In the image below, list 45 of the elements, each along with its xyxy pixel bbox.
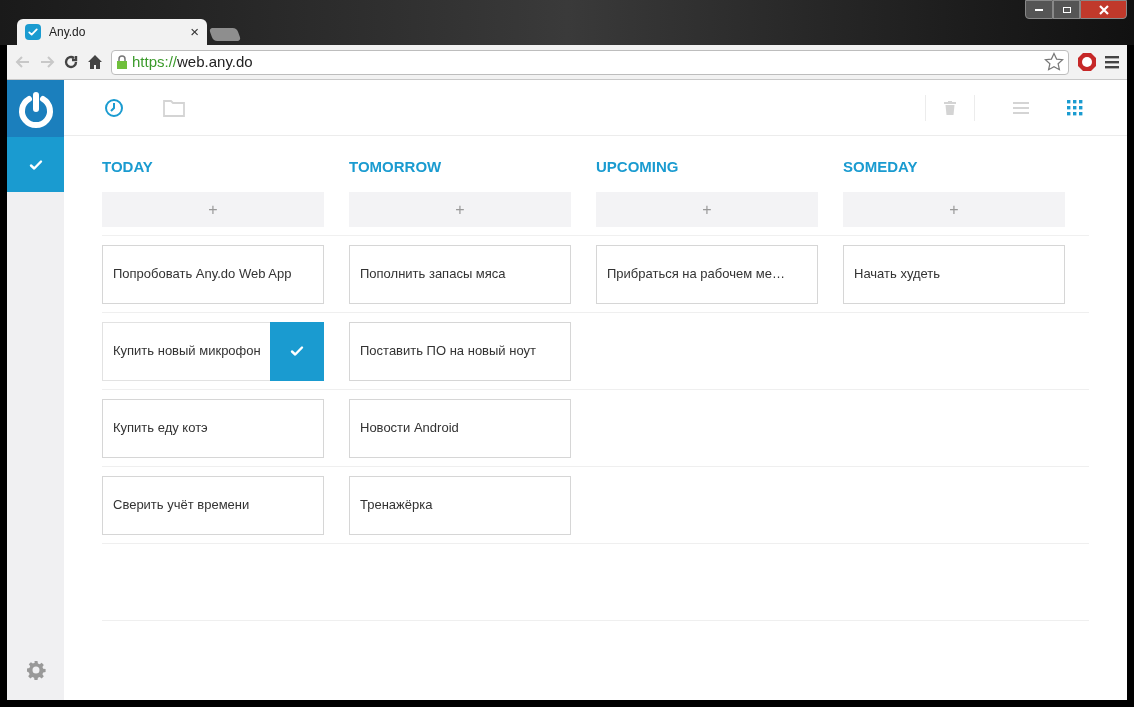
url-text: https://web.any.do (132, 51, 253, 72)
check-icon (288, 343, 305, 359)
task-card[interactable]: Начать худеть (843, 244, 1065, 304)
home-icon[interactable] (87, 54, 103, 70)
task-card[interactable]: Пополнить запасы мяса (349, 244, 571, 304)
column-title: SOMEDAY (843, 157, 919, 176)
grid-view-icon[interactable] (1067, 99, 1083, 116)
address-bar[interactable]: https://web.any.do (111, 49, 1069, 75)
star-icon[interactable] (1044, 52, 1064, 72)
task-text: Купить новый микрофон (112, 342, 262, 361)
task-card[interactable]: Попробовать Any.do Web App (102, 244, 324, 304)
task-text: Попробовать Any.do Web App (112, 265, 293, 284)
menu-icon[interactable] (1105, 55, 1119, 69)
maximize-button[interactable] (1053, 0, 1080, 19)
task-card[interactable]: Купить новый микрофон (102, 321, 324, 381)
reload-icon[interactable] (63, 54, 79, 70)
lock-icon (116, 55, 128, 69)
settings-icon[interactable] (25, 660, 46, 680)
complete-button[interactable] (269, 321, 324, 381)
close-window-button[interactable] (1080, 0, 1127, 19)
column-title: UPCOMING (596, 157, 680, 176)
browser-tab[interactable]: Any.do × (17, 19, 207, 45)
task-card[interactable]: Прибраться на рабочем ме… (596, 244, 818, 304)
minimize-button[interactable] (1025, 0, 1053, 19)
task-text: Начать худеть (853, 265, 942, 284)
task-text: Прибраться на рабочем ме… (606, 265, 786, 284)
task-text: Новости Android (359, 419, 460, 438)
clock-icon[interactable] (104, 97, 124, 118)
tab-close[interactable]: × (190, 20, 199, 44)
new-tab-button[interactable] (208, 28, 242, 41)
stop-sign-icon[interactable] (1077, 52, 1097, 72)
task-text: Купить еду котэ (112, 419, 209, 438)
task-text: Сверить учёт времени (112, 496, 251, 515)
task-text: Тренажёрка (359, 496, 434, 515)
column-title: TODAY (102, 157, 154, 176)
task-card[interactable]: Новости Android (349, 398, 571, 458)
task-text: Поставить ПО на новый ноут (359, 342, 537, 361)
column-title: TOMORROW (349, 157, 443, 176)
task-card[interactable]: Поставить ПО на новый ноут (349, 321, 571, 381)
task-card[interactable]: Сверить учёт времени (102, 475, 324, 535)
tab-title: Any.do (49, 24, 87, 41)
task-text: Пополнить запасы мяса (359, 265, 507, 284)
task-card[interactable]: Тренажёрка (349, 475, 571, 535)
close-icon (1098, 4, 1109, 15)
task-card[interactable]: Купить еду котэ (102, 398, 324, 458)
